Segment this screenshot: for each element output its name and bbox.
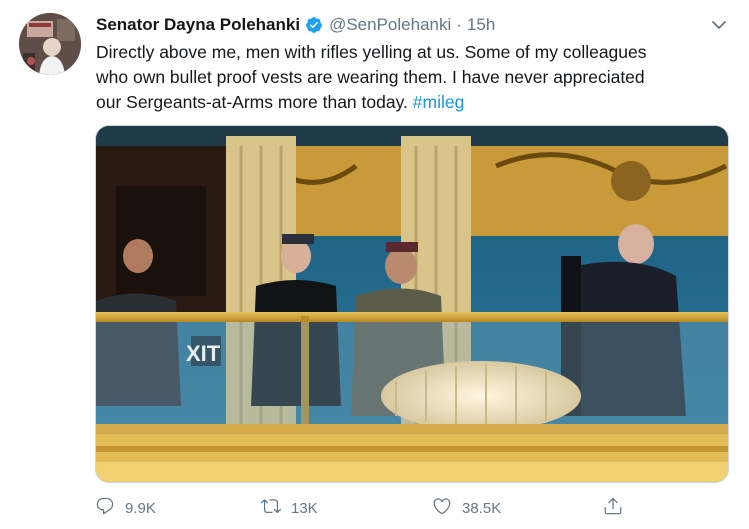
header-separator: · — [456, 15, 462, 34]
retweet-button[interactable]: 13K — [261, 493, 318, 523]
like-button[interactable]: 38.5K — [432, 493, 501, 523]
share-button[interactable] — [603, 493, 633, 523]
tweet-text: Directly above me, men with rifles yelli… — [96, 40, 736, 115]
tweet-actions: 9.9K 13K 38.5K — [95, 493, 735, 523]
tweet-text-line: Directly above me, men with rifles yelli… — [96, 42, 647, 62]
photo-gallery-men-with-rifles: XIT — [96, 126, 728, 482]
author-handle[interactable]: @SenPolehanki — [329, 15, 451, 35]
hashtag-link[interactable]: #mileg — [413, 92, 465, 112]
retweet-icon — [261, 496, 291, 520]
chevron-down-icon[interactable] — [710, 16, 728, 34]
verified-badge-icon — [305, 16, 323, 34]
share-icon — [603, 496, 633, 520]
author-name[interactable]: Senator Dayna Polehanki — [96, 15, 300, 35]
tweet-text-line: our Sergeants-at-Arms more than today. #… — [96, 90, 736, 115]
reply-icon — [95, 496, 125, 520]
avatar-photo — [19, 13, 81, 75]
avatar[interactable] — [19, 13, 81, 75]
like-count: 38.5K — [462, 499, 502, 517]
reply-button[interactable]: 9.9K — [95, 493, 156, 523]
tweet-text-line-part: our Sergeants-at-Arms more than today. — [96, 92, 408, 112]
retweet-count: 13K — [291, 499, 318, 517]
heart-icon — [432, 496, 462, 520]
reply-count: 9.9K — [125, 499, 156, 517]
tweet-text-line: who own bullet proof vests are wearing t… — [96, 67, 645, 87]
tweet-header: Senator Dayna Polehanki @SenPolehanki · … — [96, 14, 495, 36]
tweet-photo[interactable]: XIT — [95, 125, 729, 483]
tweet-timestamp[interactable]: 15h — [467, 15, 495, 35]
svg-text:XIT: XIT — [186, 341, 221, 366]
